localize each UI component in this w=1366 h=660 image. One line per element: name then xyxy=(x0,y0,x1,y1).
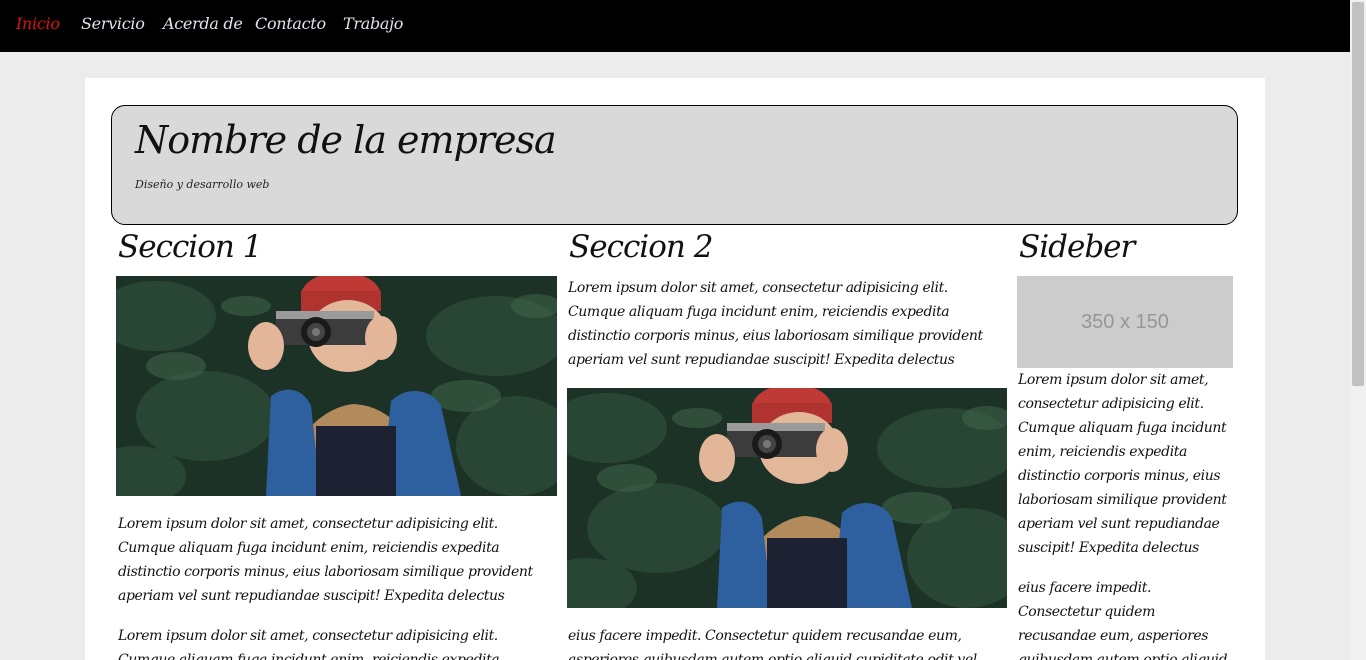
camera-woman-image xyxy=(116,276,557,496)
scrollbar-thumb[interactable] xyxy=(1352,2,1364,386)
section-1-title: Seccion 1 xyxy=(118,229,262,265)
main-container: Nombre de la empresa Diseño y desarrollo… xyxy=(85,78,1265,660)
section-2-paragraph-2: eius facere impedit. Consectetur quidem … xyxy=(568,628,977,660)
nav-item-acerda-de[interactable]: Acerda de xyxy=(163,14,243,33)
section-2-title: Seccion 2 xyxy=(569,229,713,265)
page-header: Nombre de la empresa Diseño y desarrollo… xyxy=(111,105,1238,225)
sidebar-paragraph-1: Lorem ipsum dolor sit amet, consectetur … xyxy=(1018,372,1227,556)
section-2-photo xyxy=(567,388,1007,608)
section-1-paragraph-1: Lorem ipsum dolor sit amet, consectetur … xyxy=(118,516,533,604)
top-navbar: Inicio Servicio Acerda de Contacto Traba… xyxy=(0,0,1350,52)
section-1-paragraph-2: Lorem ipsum dolor sit amet, consectetur … xyxy=(118,628,500,660)
nav-item-servicio[interactable]: Servicio xyxy=(81,14,145,33)
sidebar-image-placeholder: 350 x 150 xyxy=(1017,276,1233,368)
vertical-scrollbar[interactable] xyxy=(1350,0,1366,660)
nav-item-inicio[interactable]: Inicio xyxy=(16,14,60,33)
section-2-paragraph-1: Lorem ipsum dolor sit amet, consectetur … xyxy=(568,280,983,368)
company-tagline: Diseño y desarrollo web xyxy=(135,178,270,191)
nav-item-trabajo[interactable]: Trabajo xyxy=(343,14,403,33)
nav-item-contacto[interactable]: Contacto xyxy=(255,14,326,33)
company-name: Nombre de la empresa xyxy=(135,118,557,162)
section-1-photo xyxy=(116,276,557,496)
camera-woman-image xyxy=(567,388,1007,608)
sidebar-paragraph-2: eius facere impedit. Consectetur quidem … xyxy=(1018,580,1228,660)
sidebar-title: Sideber xyxy=(1019,229,1135,265)
